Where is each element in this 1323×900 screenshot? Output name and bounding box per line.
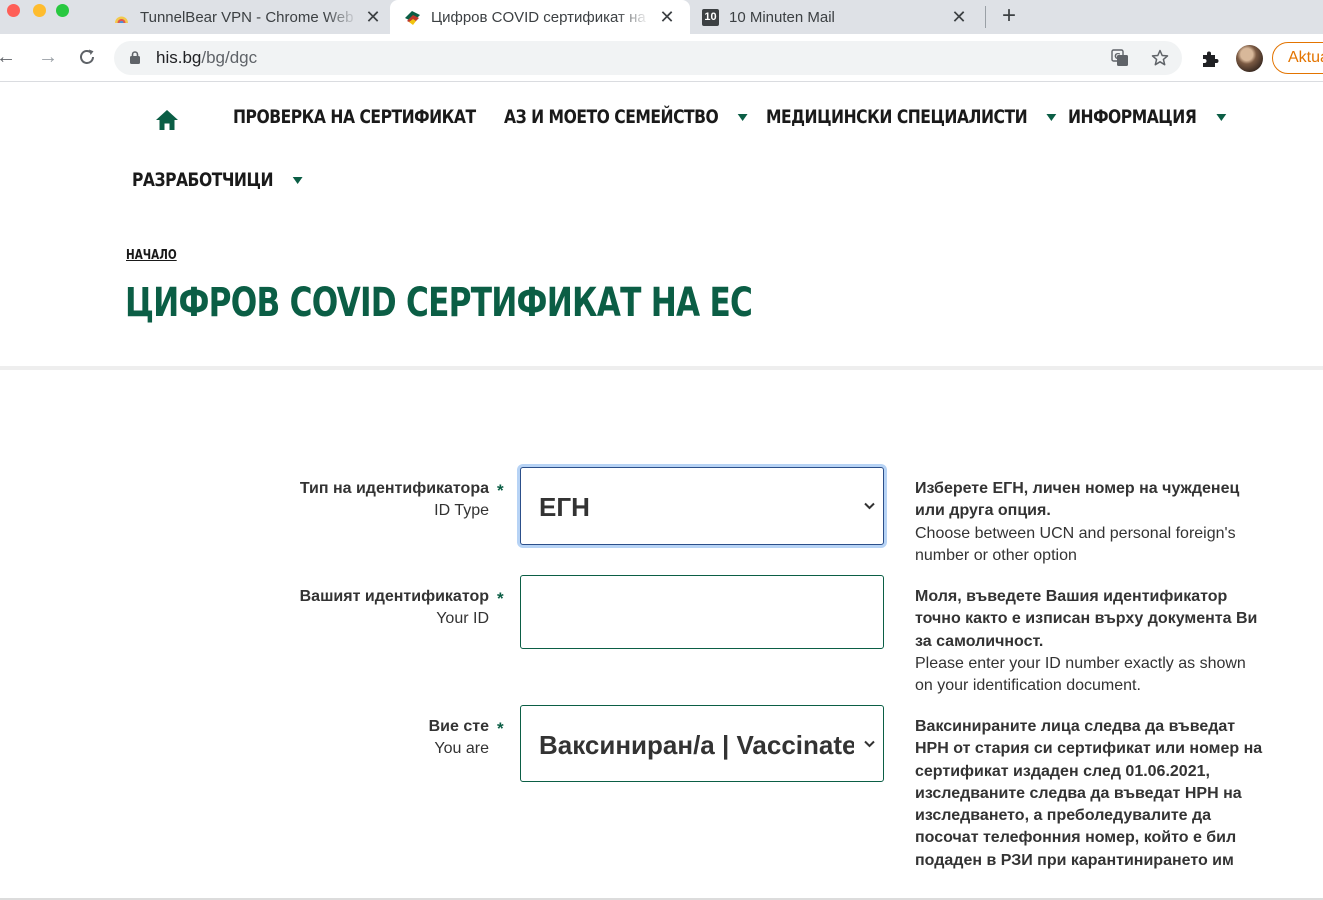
close-tab-icon[interactable]: ✕: [364, 7, 382, 28]
lock-icon[interactable]: [130, 51, 140, 64]
dropdown-caret-icon: [1216, 114, 1226, 121]
required-mark: *: [497, 481, 504, 500]
close-tab-icon[interactable]: ✕: [950, 7, 968, 28]
tab-separator: [985, 6, 986, 28]
reload-icon[interactable]: [78, 48, 96, 66]
nav-item-medical-specialists[interactable]: МЕДИЦИНСКИ СПЕЦИАЛИСТИ: [766, 106, 1057, 128]
new-tab-button[interactable]: +: [1002, 3, 1016, 29]
you-are-select[interactable]: Ваксиниран/а | Vaccinated: [520, 705, 884, 782]
tab-tunnelbear[interactable]: TunnelBear VPN - Chrome Web Store ✕: [105, 0, 390, 34]
browser-tab-bar: TunnelBear VPN - Chrome Web Store ✕ Цифр…: [0, 0, 1323, 34]
tab-title: Цифров COVID сертификат на ЕС: [431, 8, 649, 26]
site-navigation: ПРОВЕРКА НА СЕРТИФИКАТ АЗ И МОЕТО СЕМЕЙС…: [0, 84, 1323, 214]
nav-item-certificate-check[interactable]: ПРОВЕРКА НА СЕРТИФИКАТ: [233, 106, 476, 128]
dropdown-caret-icon: [1046, 114, 1057, 121]
address-bar[interactable]: his.bg/bg/dgc G: [114, 41, 1182, 75]
extensions-puzzle-icon[interactable]: [1200, 49, 1220, 69]
you-are-label: Вие сте You are: [428, 718, 489, 757]
svg-text:G: G: [1114, 52, 1121, 61]
forward-arrow-icon[interactable]: →: [38, 46, 58, 68]
translate-icon[interactable]: G: [1111, 49, 1129, 67]
dropdown-caret-icon: [737, 114, 748, 121]
minimize-window-button[interactable]: [33, 4, 46, 17]
tab-title: 10 Minuten Mail: [729, 8, 835, 26]
required-mark: *: [497, 719, 504, 738]
tunnelbear-favicon-icon: [115, 16, 128, 23]
your-id-label: Вашият идентификатор Your ID: [299, 588, 489, 627]
certificate-favicon-icon: [405, 10, 420, 25]
you-are-selected-value: Ваксиниран/а | Vaccinated: [539, 730, 854, 760]
update-browser-button[interactable]: Aktualisieren: [1272, 42, 1323, 74]
home-icon[interactable]: [155, 109, 179, 131]
profile-avatar[interactable]: [1236, 45, 1263, 72]
chevron-down-icon: [864, 502, 875, 510]
id-type-label: Тип на идентификатора ID Type: [299, 480, 489, 519]
close-tab-icon[interactable]: ✕: [658, 7, 676, 28]
your-id-input[interactable]: [520, 575, 884, 649]
chevron-down-icon: [864, 740, 875, 748]
nav-item-information[interactable]: ИНФОРМАЦИЯ: [1068, 106, 1226, 128]
tab-title: TunnelBear VPN - Chrome Web Store: [140, 8, 358, 26]
required-mark: *: [497, 589, 504, 608]
nav-item-me-and-family[interactable]: АЗ И МОЕТО СЕМЕЙСТВО: [504, 106, 748, 128]
tab-10-minuten-mail[interactable]: 10 10 Minuten Mail ✕: [690, 0, 980, 34]
nav-item-developers[interactable]: РАЗРАБОТЧИЦИ: [132, 169, 303, 191]
you-are-help-text: Ваксинираните лица следва да въведат НРН…: [915, 718, 1263, 869]
id-type-select[interactable]: ЕГН: [520, 467, 884, 545]
tab-covid-certificate[interactable]: Цифров COVID сертификат на ЕС ✕: [390, 0, 690, 34]
ten-minute-mail-favicon-icon: 10: [702, 8, 719, 26]
maximize-window-button[interactable]: [56, 4, 69, 17]
id-type-help-text: Изберете ЕГН, личен номер на чужденец ил…: [915, 480, 1240, 564]
browser-toolbar: ← → his.bg/bg/dgc G Aktualisieren: [0, 34, 1323, 82]
close-window-button[interactable]: [7, 4, 20, 17]
page-header: НАЧАЛО ЦИФРОВ COVID СЕРТИФИКАТ НА ЕС: [0, 214, 1323, 370]
url-text: his.bg/bg/dgc: [156, 48, 258, 67]
dropdown-caret-icon: [292, 177, 303, 184]
back-arrow-icon[interactable]: ←: [0, 46, 16, 68]
id-type-selected-value: ЕГН: [539, 492, 590, 522]
bookmark-star-icon[interactable]: [1151, 49, 1169, 67]
your-id-help-text: Моля, въведете Вашия идентификатор точно…: [915, 588, 1258, 695]
page-title: ЦИФРОВ COVID СЕРТИФИКАТ НА ЕС: [125, 280, 753, 326]
breadcrumb-home-link[interactable]: НАЧАЛО: [126, 248, 177, 263]
